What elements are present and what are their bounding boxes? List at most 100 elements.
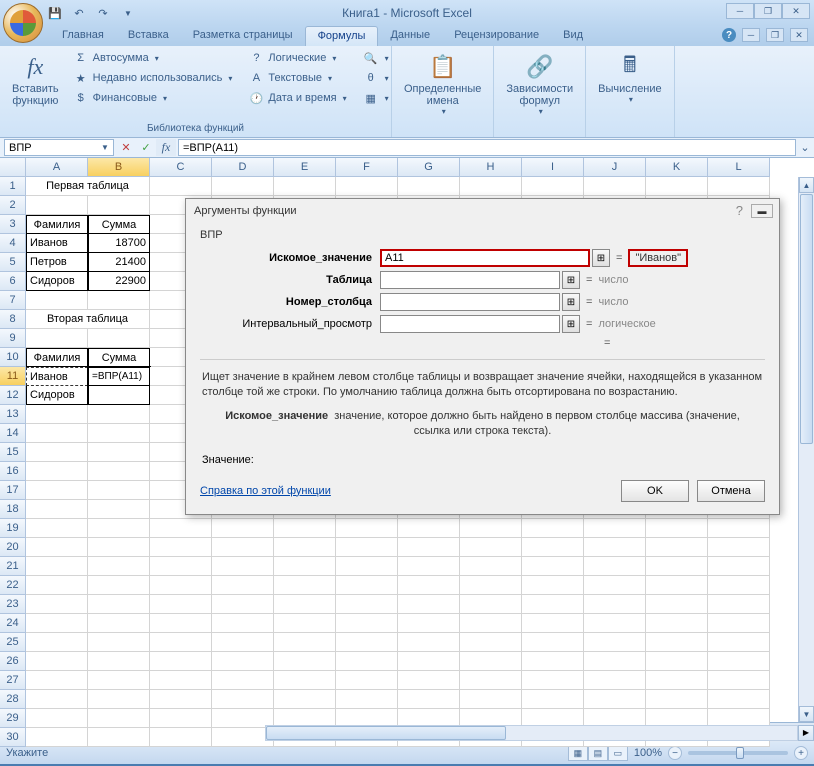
datetime-button[interactable]: 🕐Дата и время▾ <box>244 89 350 107</box>
dialog-arg-input[interactable] <box>380 315 560 333</box>
cell[interactable] <box>88 329 150 348</box>
formula-auditing-button[interactable]: 🔗 Зависимости формул▾ <box>500 49 579 118</box>
cell[interactable] <box>336 519 398 538</box>
cell[interactable] <box>336 177 398 196</box>
cell[interactable] <box>274 177 336 196</box>
name-box[interactable]: ВПР ▼ <box>4 139 114 156</box>
cell[interactable] <box>26 519 88 538</box>
cell[interactable] <box>336 576 398 595</box>
zoom-slider-thumb[interactable] <box>736 747 744 759</box>
row-header[interactable]: 13 <box>0 405 26 424</box>
scroll-down-button[interactable]: ▼ <box>799 706 814 722</box>
cell[interactable] <box>274 595 336 614</box>
cell[interactable] <box>522 576 584 595</box>
cell[interactable] <box>460 690 522 709</box>
cell[interactable]: Фамилия <box>26 215 88 234</box>
row-header[interactable]: 18 <box>0 500 26 519</box>
formula-cancel-button[interactable]: ✕ <box>116 139 136 156</box>
cell[interactable] <box>88 481 150 500</box>
row-header[interactable]: 29 <box>0 709 26 728</box>
cell[interactable] <box>584 538 646 557</box>
cell[interactable] <box>522 519 584 538</box>
cell[interactable] <box>150 177 212 196</box>
cell[interactable] <box>398 633 460 652</box>
cell[interactable] <box>646 538 708 557</box>
dialog-cancel-button[interactable]: Отмена <box>697 480 765 502</box>
cell[interactable] <box>398 690 460 709</box>
logical-button[interactable]: ?Логические▾ <box>244 49 350 67</box>
cell[interactable] <box>150 728 212 747</box>
cell[interactable] <box>646 576 708 595</box>
cell[interactable]: Вторая таблица <box>26 310 150 329</box>
cell[interactable] <box>460 633 522 652</box>
window-minimize-button[interactable]: ─ <box>726 3 754 19</box>
cell[interactable] <box>26 709 88 728</box>
formula-input[interactable]: =ВПР(A11) <box>178 139 796 156</box>
cell[interactable] <box>646 177 708 196</box>
help-icon[interactable]: ? <box>722 28 736 42</box>
cell[interactable] <box>274 690 336 709</box>
cell[interactable] <box>26 443 88 462</box>
tab-view[interactable]: Вид <box>551 26 595 46</box>
cell[interactable] <box>460 595 522 614</box>
column-header[interactable]: D <box>212 158 274 177</box>
cell[interactable] <box>584 690 646 709</box>
view-pagebreak-button[interactable]: ▭ <box>608 745 628 761</box>
cell[interactable] <box>212 576 274 595</box>
cell[interactable] <box>26 633 88 652</box>
cell[interactable] <box>398 557 460 576</box>
row-header[interactable]: 5 <box>0 253 26 272</box>
cell[interactable] <box>708 538 770 557</box>
column-header[interactable]: E <box>274 158 336 177</box>
column-header[interactable]: L <box>708 158 770 177</box>
dialog-arg-input[interactable] <box>380 293 560 311</box>
cell[interactable] <box>398 519 460 538</box>
cell[interactable] <box>522 557 584 576</box>
cell[interactable] <box>26 329 88 348</box>
cell[interactable] <box>336 557 398 576</box>
cell[interactable] <box>150 671 212 690</box>
cell[interactable] <box>212 538 274 557</box>
cell[interactable] <box>88 652 150 671</box>
insert-function-button[interactable]: fx Вставить функцию <box>6 49 65 109</box>
cell[interactable] <box>708 671 770 690</box>
cell[interactable] <box>460 576 522 595</box>
cell[interactable] <box>150 652 212 671</box>
cell[interactable] <box>88 500 150 519</box>
formula-enter-button[interactable]: ✓ <box>136 139 156 156</box>
cell[interactable] <box>708 690 770 709</box>
cell[interactable] <box>522 614 584 633</box>
cell[interactable] <box>646 652 708 671</box>
row-header[interactable]: 8 <box>0 310 26 329</box>
cell[interactable] <box>26 614 88 633</box>
cell[interactable] <box>88 405 150 424</box>
cell[interactable] <box>460 557 522 576</box>
row-header[interactable]: 30 <box>0 728 26 747</box>
cell[interactable] <box>26 595 88 614</box>
cell[interactable] <box>646 690 708 709</box>
cell[interactable] <box>150 595 212 614</box>
scroll-up-button[interactable]: ▲ <box>799 177 814 193</box>
doc-close-button[interactable]: ✕ <box>790 28 808 42</box>
recently-used-button[interactable]: ★Недавно использовались▾ <box>69 69 237 87</box>
cell[interactable] <box>88 291 150 310</box>
cell[interactable] <box>26 291 88 310</box>
cell[interactable] <box>646 595 708 614</box>
text-button[interactable]: AТекстовые▾ <box>244 69 350 87</box>
qat-customize-icon[interactable]: ▼ <box>116 3 138 23</box>
row-header[interactable]: 24 <box>0 614 26 633</box>
cell[interactable] <box>522 671 584 690</box>
cell[interactable] <box>88 690 150 709</box>
cell[interactable] <box>88 595 150 614</box>
cell[interactable] <box>88 728 150 747</box>
cell[interactable] <box>646 557 708 576</box>
cell[interactable] <box>522 690 584 709</box>
window-restore-button[interactable]: ❐ <box>754 3 782 19</box>
cell[interactable] <box>708 614 770 633</box>
cell[interactable] <box>460 177 522 196</box>
cell[interactable] <box>212 652 274 671</box>
cell[interactable] <box>274 671 336 690</box>
row-header[interactable]: 27 <box>0 671 26 690</box>
cell[interactable] <box>150 557 212 576</box>
row-header[interactable]: 4 <box>0 234 26 253</box>
